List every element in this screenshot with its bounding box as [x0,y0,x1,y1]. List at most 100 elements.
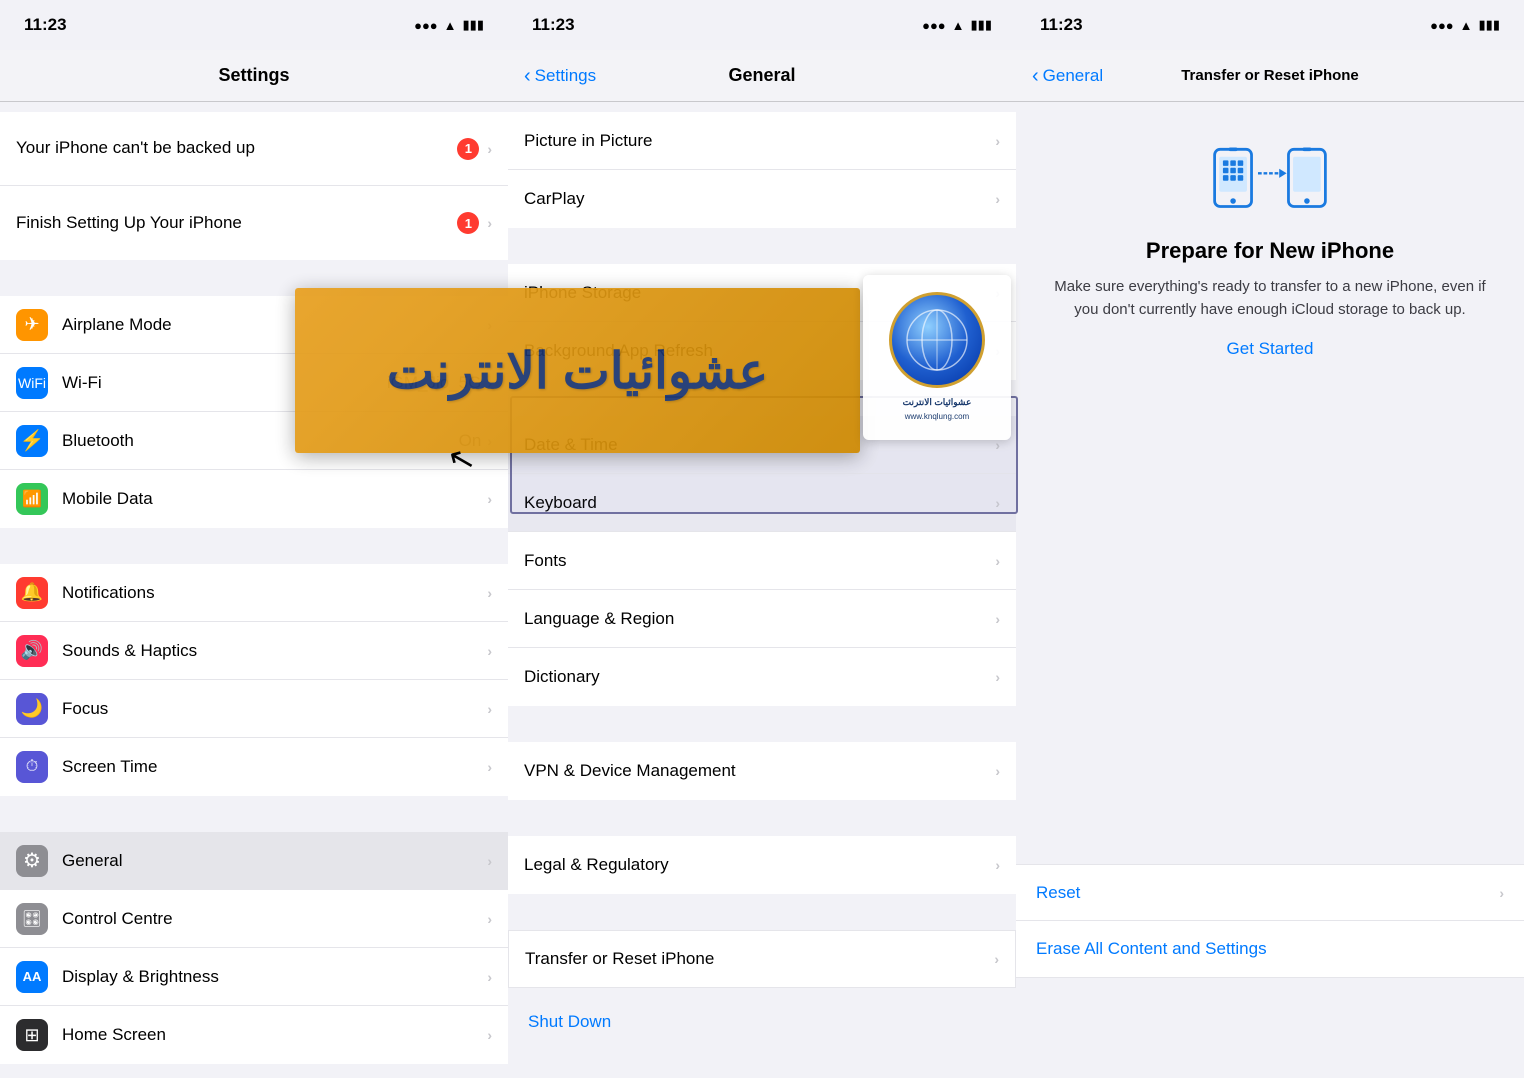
gap-4 [0,796,508,832]
row-carplay[interactable]: CarPlay › [508,170,1016,228]
shutdown-container[interactable]: Shut Down [508,998,1016,1046]
nav-back-label-3: General [1043,66,1103,86]
row-dictionary[interactable]: Dictionary › [508,648,1016,706]
battery-icon-3: ▮▮▮ [1479,17,1500,33]
gap-p2-2 [508,228,1016,264]
watermark-overlay: عشوائيات الانترنت [295,288,860,453]
row-display[interactable]: AA Display & Brightness › [0,948,508,1006]
reset-label: Reset [1036,883,1499,903]
row-vpn[interactable]: VPN & Device Management › [508,742,1016,800]
nav-bar-1: Settings [0,50,508,102]
row-mobile-data[interactable]: 📶 Mobile Data › [0,470,508,528]
gap [0,102,508,112]
get-started-button[interactable]: Get Started [1227,339,1314,359]
focus-icon: 🌙 [16,693,48,725]
chevron-focus: › [487,701,492,717]
globe-icon [902,305,972,375]
hero-title: Prepare for New iPhone [1146,238,1394,264]
bluetooth-icon: ⚡ [16,425,48,457]
row-general[interactable]: ⚙ General › [0,832,508,890]
chevron-control: › [487,911,492,927]
alert-row-backup[interactable]: Your iPhone can't be backed up 1 › [0,112,508,186]
display-icon: AA [16,961,48,993]
status-time-2: 11:23 [532,15,575,35]
keyboard-label: Keyboard [524,493,995,513]
gap-p2-6 [508,894,1016,930]
chevron-sounds: › [487,643,492,659]
alert-backup-badge: 1 [457,138,479,160]
shutdown-label: Shut Down [528,1012,611,1031]
home-screen-icon: ⊞ [16,1019,48,1051]
row-notifications[interactable]: 🔔 Notifications › [0,564,508,622]
row-home-screen[interactable]: ⊞ Home Screen › [0,1006,508,1064]
wifi-settings-icon: WiFi [16,367,48,399]
row-screen-time[interactable]: ⏱ Screen Time › [0,738,508,796]
legal-label: Legal & Regulatory [524,855,995,875]
row-fonts[interactable]: Fonts › [508,532,1016,590]
row-display-label: Display & Brightness [62,967,487,987]
reset-row[interactable]: Reset › [1016,865,1524,921]
general-nav-title: General [728,65,795,86]
dictionary-label: Dictionary [524,667,995,687]
row-legal[interactable]: Legal & Regulatory › [508,836,1016,894]
battery-icon: ▮▮▮ [463,17,484,33]
status-icons-2: ●●● ▲ ▮▮▮ [922,17,992,33]
control-centre-icon: 🎛 [16,903,48,935]
wifi-icon-2: ▲ [952,18,965,33]
chevron-mobile: › [487,491,492,507]
chevron-home: › [487,1027,492,1043]
notifications-icon: 🔔 [16,577,48,609]
sounds-icon: 🔊 [16,635,48,667]
erase-label: Erase All Content and Settings [1036,939,1267,959]
row-control-centre-label: Control Centre [62,909,487,929]
chevron-fonts: › [995,553,1000,569]
hero-desc: Make sure everything's ready to transfer… [1036,276,1504,321]
row-focus-label: Focus [62,699,487,719]
status-icons-1: ●●● ▲ ▮▮▮ [414,17,484,33]
panel-general: 11:23 ●●● ▲ ▮▮▮ ‹ Settings General Pictu… [508,0,1016,1078]
chevron-general: › [487,853,492,869]
row-keyboard[interactable]: Keyboard › [508,474,1016,532]
chevron-language: › [995,611,1000,627]
pip-label: Picture in Picture [524,131,995,151]
row-sounds[interactable]: 🔊 Sounds & Haptics › [0,622,508,680]
logo-text: عشوائيات الانترنت www.knqlung.com [903,396,972,423]
mobile-data-icon: 📶 [16,483,48,515]
panel-transfer-reset: 11:23 ●●● ▲ ▮▮▮ ‹ General Transfer or Re… [1016,0,1524,1078]
erase-row[interactable]: Erase All Content and Settings [1016,921,1524,977]
carplay-label: CarPlay [524,189,995,209]
chevron-dictionary: › [995,669,1000,685]
nav-bar-3: ‹ General Transfer or Reset iPhone [1016,50,1524,102]
status-bar-3: 11:23 ●●● ▲ ▮▮▮ [1016,0,1524,50]
row-control-centre[interactable]: 🎛 Control Centre › [0,890,508,948]
nav-back-label: Settings [535,66,596,86]
hero-section: Prepare for New iPhone Make sure everyth… [1016,102,1524,379]
back-chevron-icon: ‹ [524,66,531,86]
nav-back-transfer[interactable]: ‹ General [1032,66,1103,86]
chevron-transfer: › [994,951,999,967]
chevron-display: › [487,969,492,985]
logo-overlay: عشوائيات الانترنت www.knqlung.com [863,275,1011,440]
status-time-1: 11:23 [24,15,67,35]
hero-icon [1210,132,1330,222]
gap-p2-4 [508,706,1016,742]
row-transfer-reset[interactable]: Transfer or Reset iPhone › [508,930,1016,988]
row-focus[interactable]: 🌙 Focus › [0,680,508,738]
row-screen-time-label: Screen Time [62,757,487,777]
vpn-label: VPN & Device Management [524,761,995,781]
chevron-setup: › [487,215,492,231]
chevron-pip: › [995,133,1000,149]
airplane-icon: ✈ [16,309,48,341]
signal-icon-2: ●●● [922,18,946,33]
chevron-reset: › [1499,885,1504,901]
row-pip[interactable]: Picture in Picture › [508,112,1016,170]
settings-title: Settings [218,65,289,86]
chevron-backup: › [487,141,492,157]
alert-row-setup[interactable]: Finish Setting Up Your iPhone 1 › [0,186,508,260]
status-bar-1: 11:23 ●●● ▲ ▮▮▮ [0,0,508,50]
nav-back-general[interactable]: ‹ Settings [524,66,596,86]
status-bar-2: 11:23 ●●● ▲ ▮▮▮ [508,0,1016,50]
row-language[interactable]: Language & Region › [508,590,1016,648]
alert-setup-text: Finish Setting Up Your iPhone [16,212,457,235]
fonts-label: Fonts [524,551,995,571]
